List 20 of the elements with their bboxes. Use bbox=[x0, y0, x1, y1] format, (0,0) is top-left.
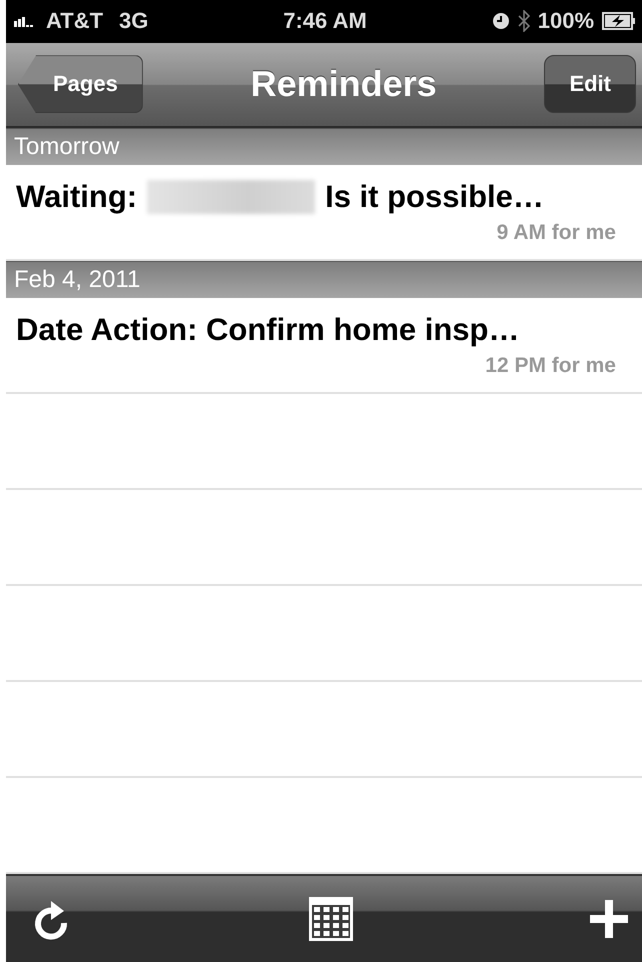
back-button[interactable]: Pages bbox=[18, 55, 143, 114]
reminder-detail: 9 AM for me bbox=[496, 221, 616, 245]
status-time: 7:46 AM bbox=[283, 8, 367, 34]
reminder-title: Is it possible… bbox=[325, 179, 544, 215]
bluetooth-icon bbox=[518, 10, 530, 32]
screen-title: Reminders bbox=[250, 63, 437, 106]
reminder-row[interactable]: Date Action: Confirm home insp… 12 PM for me bbox=[6, 298, 642, 394]
calendar-icon[interactable] bbox=[308, 896, 354, 942]
reminder-detail: 12 PM for me bbox=[485, 354, 616, 378]
carrier-name: AT&T bbox=[46, 8, 104, 34]
battery-icon bbox=[602, 12, 636, 30]
battery-percent: 100% bbox=[538, 8, 594, 34]
reminder-title: Waiting: bbox=[16, 179, 138, 215]
network-type: 3G bbox=[119, 8, 148, 34]
add-icon[interactable] bbox=[590, 900, 628, 938]
reminder-title: Date Action: Confirm home insp… bbox=[16, 312, 520, 348]
section-header: Feb 4, 2011 bbox=[6, 261, 642, 298]
edit-button[interactable]: Edit bbox=[544, 55, 636, 114]
clock-icon bbox=[492, 12, 510, 30]
section-header: Tomorrow bbox=[6, 128, 642, 165]
